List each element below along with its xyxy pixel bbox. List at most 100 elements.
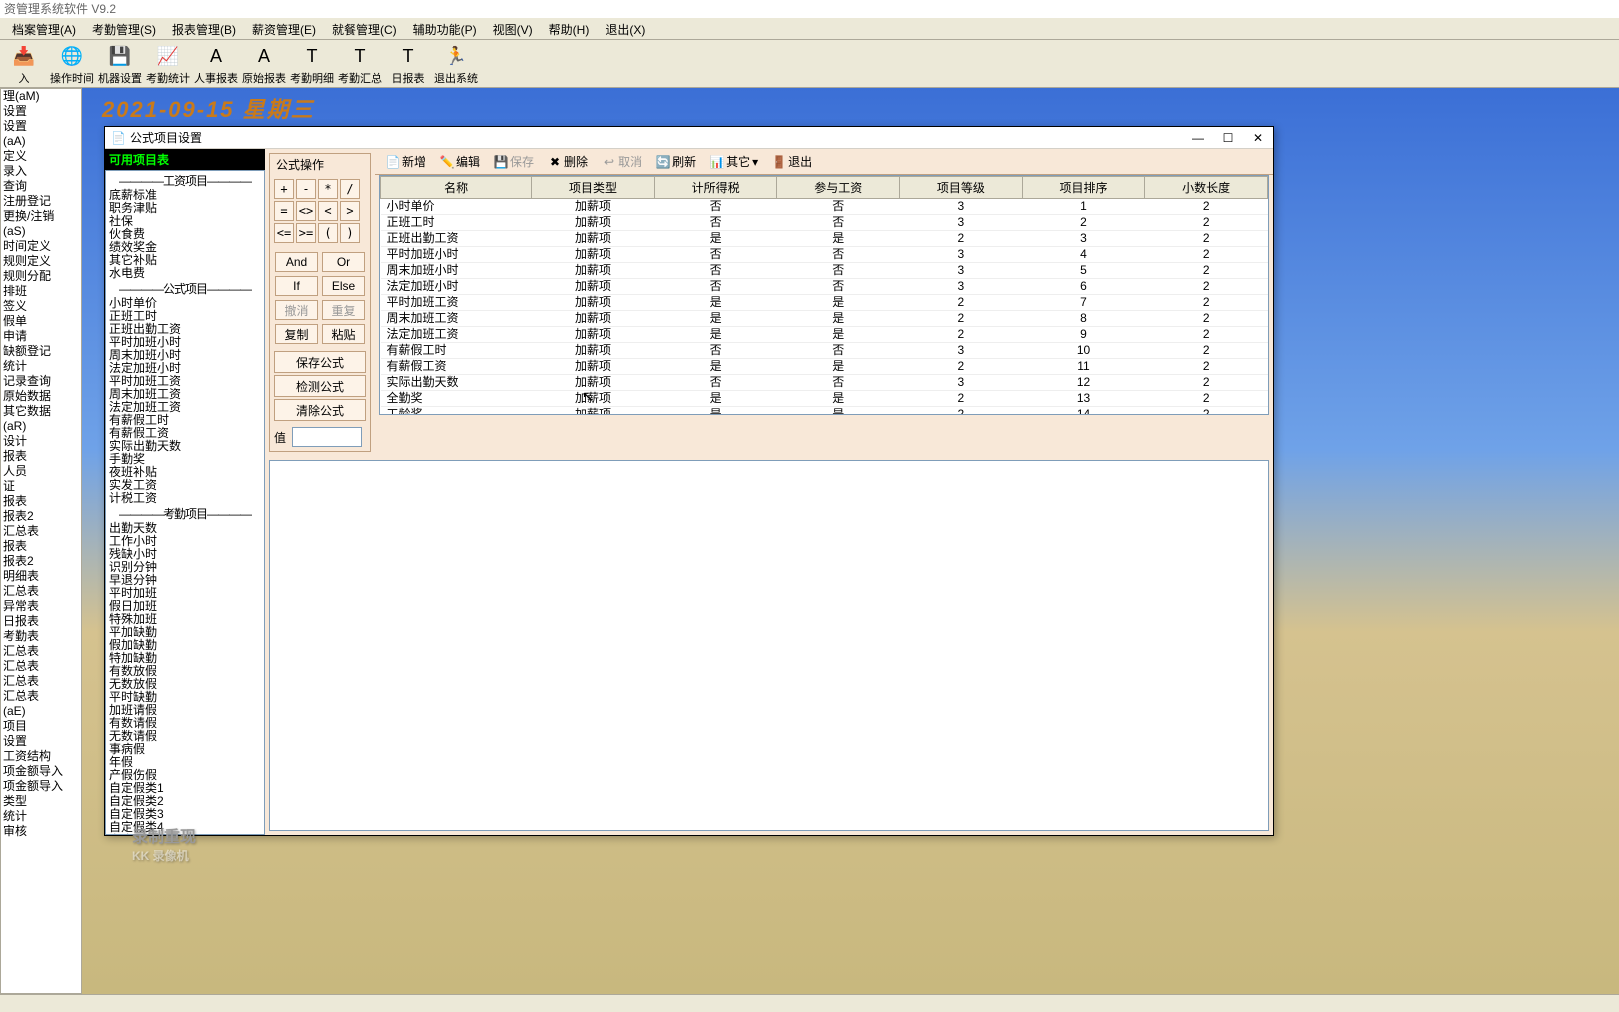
table-row[interactable]: 有薪假工时加薪项否否3102 bbox=[381, 343, 1268, 359]
operator-button[interactable]: <> bbox=[296, 201, 316, 221]
tree-item[interactable]: 审核 bbox=[1, 824, 81, 839]
operator-button[interactable]: * bbox=[318, 179, 338, 199]
operator-button[interactable]: < bbox=[318, 201, 338, 221]
tree-item[interactable]: 日报表 bbox=[1, 614, 81, 629]
menu-item[interactable]: 帮助(H) bbox=[541, 18, 598, 39]
tree-item[interactable]: 记录查询 bbox=[1, 374, 81, 389]
tree-item[interactable]: 汇总表 bbox=[1, 584, 81, 599]
tree-item[interactable]: 汇总表 bbox=[1, 689, 81, 704]
tree-item[interactable]: 项金额导入 bbox=[1, 764, 81, 779]
tree-item[interactable]: 更换/注销 bbox=[1, 209, 81, 224]
operator-button[interactable]: = bbox=[274, 201, 294, 221]
value-input[interactable] bbox=[292, 427, 362, 447]
toolbar-button[interactable]: 🌐操作时间 bbox=[48, 40, 96, 86]
toolbar-button[interactable]: T考勤汇总 bbox=[336, 40, 384, 86]
column-header[interactable]: 项目排序 bbox=[1022, 177, 1145, 199]
tree-item[interactable]: 汇总表 bbox=[1, 674, 81, 689]
tree-item[interactable]: 考勤表 bbox=[1, 629, 81, 644]
list-item[interactable]: 计税工资 bbox=[107, 492, 263, 505]
column-header[interactable]: 名称 bbox=[381, 177, 532, 199]
table-row[interactable]: 全勤奖加薪项是是2132 bbox=[381, 391, 1268, 407]
tree-item[interactable]: 排班 bbox=[1, 284, 81, 299]
menu-item[interactable]: 报表管理(B) bbox=[164, 18, 244, 39]
operator-button[interactable]: ) bbox=[340, 223, 360, 243]
table-row[interactable]: 法定加班工资加薪项是是292 bbox=[381, 327, 1268, 343]
table-row[interactable]: 正班出勤工资加薪项是是232 bbox=[381, 231, 1268, 247]
tree-item[interactable]: 签义 bbox=[1, 299, 81, 314]
tree-item[interactable]: 录入 bbox=[1, 164, 81, 179]
operator-button[interactable]: >= bbox=[296, 223, 316, 243]
formula-editor[interactable] bbox=[269, 460, 1269, 831]
tree-item[interactable]: 项金额导入 bbox=[1, 779, 81, 794]
edit-button[interactable]: ✏️编辑 bbox=[433, 150, 487, 173]
tree-item[interactable]: 报表 bbox=[1, 449, 81, 464]
tree-item[interactable]: 定义 bbox=[1, 149, 81, 164]
menu-item[interactable]: 视图(V) bbox=[485, 18, 541, 39]
close-button[interactable]: ✕ bbox=[1243, 128, 1273, 148]
table-row[interactable]: 周末加班小时加薪项否否352 bbox=[381, 263, 1268, 279]
tree-item[interactable]: 假单 bbox=[1, 314, 81, 329]
operator-button[interactable]: <= bbox=[274, 223, 294, 243]
tree-item[interactable]: 异常表 bbox=[1, 599, 81, 614]
column-header[interactable]: 参与工资 bbox=[777, 177, 900, 199]
tree-item[interactable]: (aS) bbox=[1, 224, 81, 239]
save-formula-button[interactable]: 保存公式 bbox=[274, 351, 366, 373]
menu-item[interactable]: 辅助功能(P) bbox=[405, 18, 485, 39]
operator-button[interactable]: - bbox=[296, 179, 316, 199]
tree-item[interactable]: 报表2 bbox=[1, 509, 81, 524]
tree-item[interactable]: 汇总表 bbox=[1, 644, 81, 659]
menu-item[interactable]: 考勤管理(S) bbox=[84, 18, 164, 39]
toolbar-button[interactable]: A原始报表 bbox=[240, 40, 288, 86]
tree-item[interactable]: 设置 bbox=[1, 104, 81, 119]
and-button[interactable]: And bbox=[275, 252, 318, 272]
menu-item[interactable]: 薪资管理(E) bbox=[244, 18, 324, 39]
table-row[interactable]: 周末加班工资加薪项是是282 bbox=[381, 311, 1268, 327]
table-row[interactable]: 实际出勤天数加薪项否否3122 bbox=[381, 375, 1268, 391]
table-row[interactable]: 法定加班小时加薪项否否362 bbox=[381, 279, 1268, 295]
operator-button[interactable]: / bbox=[340, 179, 360, 199]
toolbar-button[interactable]: T日报表 bbox=[384, 40, 432, 86]
check-formula-button[interactable]: 检测公式 bbox=[274, 375, 366, 397]
column-header[interactable]: 小数长度 bbox=[1145, 177, 1268, 199]
tree-item[interactable]: 类型 bbox=[1, 794, 81, 809]
minimize-button[interactable]: — bbox=[1183, 128, 1213, 148]
menu-item[interactable]: 档案管理(A) bbox=[4, 18, 84, 39]
list-item[interactable]: 水电费 bbox=[107, 267, 263, 280]
tree-item[interactable]: 原始数据 bbox=[1, 389, 81, 404]
other-button[interactable]: 📊其它▾ bbox=[703, 150, 765, 173]
column-header[interactable]: 项目等级 bbox=[900, 177, 1023, 199]
new-button[interactable]: 📄新增 bbox=[379, 150, 433, 173]
column-header[interactable]: 项目类型 bbox=[532, 177, 655, 199]
refresh-button[interactable]: 🔄刷新 bbox=[649, 150, 703, 173]
toolbar-button[interactable]: 🏃退出系统 bbox=[432, 40, 480, 86]
if-button[interactable]: If bbox=[275, 276, 318, 296]
menu-item[interactable]: 就餐管理(C) bbox=[324, 18, 405, 39]
exit-button[interactable]: 🚪退出 bbox=[765, 150, 819, 173]
item-list[interactable]: ————工资项目————底薪标准职务津贴社保伙食费绩效奖金其它补贴水电费————… bbox=[105, 170, 265, 835]
tree-item[interactable]: 报表 bbox=[1, 539, 81, 554]
tree-item[interactable]: 理(aM) bbox=[1, 89, 81, 104]
tree-item[interactable]: 设计 bbox=[1, 434, 81, 449]
tree-item[interactable]: 汇总表 bbox=[1, 524, 81, 539]
menu-item[interactable]: 退出(X) bbox=[597, 18, 653, 39]
tree-item[interactable]: 设置 bbox=[1, 734, 81, 749]
tree-item[interactable]: 时间定义 bbox=[1, 239, 81, 254]
table-row[interactable]: 正班工时加薪项否否322 bbox=[381, 215, 1268, 231]
tree-item[interactable]: 工资结构 bbox=[1, 749, 81, 764]
toolbar-button[interactable]: A人事报表 bbox=[192, 40, 240, 86]
tree-item[interactable]: (aE) bbox=[1, 704, 81, 719]
tree-item[interactable]: 汇总表 bbox=[1, 659, 81, 674]
tree-item[interactable]: 证 bbox=[1, 479, 81, 494]
operator-button[interactable]: > bbox=[340, 201, 360, 221]
maximize-button[interactable]: ☐ bbox=[1213, 128, 1243, 148]
tree-item[interactable]: 统计 bbox=[1, 359, 81, 374]
table-row[interactable]: 平时加班小时加薪项否否342 bbox=[381, 247, 1268, 263]
data-grid[interactable]: 名称项目类型计所得税参与工资项目等级项目排序小数长度小时单价加薪项否否312正班… bbox=[379, 175, 1269, 415]
or-button[interactable]: Or bbox=[322, 252, 365, 272]
tree-item[interactable]: 查询 bbox=[1, 179, 81, 194]
operator-button[interactable]: ( bbox=[318, 223, 338, 243]
tree-item[interactable]: 项目 bbox=[1, 719, 81, 734]
toolbar-button[interactable]: 💾机器设置 bbox=[96, 40, 144, 86]
table-row[interactable]: 工龄奖加薪项是是2142 bbox=[381, 407, 1268, 416]
tree-item[interactable]: (aA) bbox=[1, 134, 81, 149]
